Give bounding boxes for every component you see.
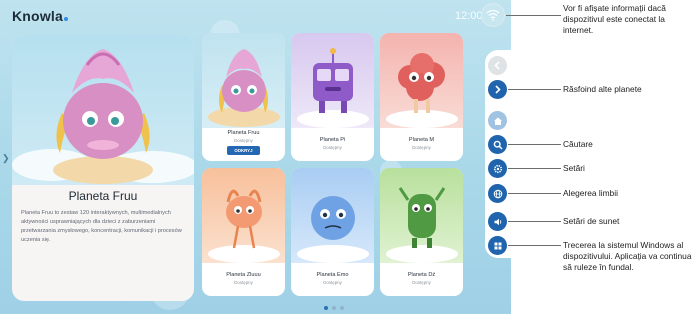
planet-card-name: Planeta Pi — [319, 137, 346, 143]
chevron-left-icon — [494, 61, 500, 70]
planet-card-emo[interactable]: Planeta Emo Dostępny — [291, 168, 374, 296]
callout-line — [508, 245, 561, 246]
wifi-status-button[interactable] — [481, 3, 505, 27]
callout-sound: Setări de sunet — [563, 216, 620, 226]
planet-card-status: Dostępny — [412, 145, 431, 150]
planet-card-name: Planeta M — [408, 137, 435, 143]
planet-illustration — [380, 33, 463, 128]
clock: 12:00 — [455, 10, 483, 22]
app-screen: Knowla 12:00 ❯ Planeta Fruu Planeta Fruu… — [0, 0, 511, 314]
callout-line — [508, 221, 561, 222]
gear-icon — [493, 164, 502, 173]
callout-line — [508, 144, 561, 145]
language-button[interactable] — [488, 184, 507, 203]
chevron-right-icon — [495, 85, 501, 94]
planet-card-name: Planeta Dź — [407, 272, 436, 278]
planet-card-status: Dostępny — [234, 280, 253, 285]
featured-planet-illustration — [12, 35, 194, 185]
app-logo: Knowla — [12, 8, 68, 24]
pagination-dot[interactable] — [332, 306, 336, 310]
planet-card-zluuu[interactable]: Planeta Zluuu Dostępny — [202, 168, 285, 296]
previous-page-arrow[interactable]: ❯ — [2, 153, 10, 164]
next-planets-button[interactable] — [488, 80, 507, 99]
settings-button[interactable] — [488, 159, 507, 178]
callout-line — [508, 89, 561, 90]
planet-card-status: Dostępny — [412, 280, 431, 285]
planet-illustration — [202, 33, 285, 128]
planet-card-pi[interactable]: Planeta Pi Dostępny — [291, 33, 374, 161]
callout-line — [508, 193, 561, 194]
search-icon — [493, 140, 503, 150]
callout-windows: Trecerea la sistemul Windows al dispozit… — [563, 240, 692, 272]
planet-card-name: Planeta Fruu — [227, 130, 260, 136]
planet-illustration — [202, 168, 285, 263]
callout-settings: Setări — [563, 163, 585, 173]
planet-card-status: Dostępny — [323, 145, 342, 150]
home-icon — [493, 117, 502, 125]
pagination-dots — [324, 306, 344, 310]
search-button[interactable] — [488, 135, 507, 154]
pagination-dot[interactable] — [340, 306, 344, 310]
callout-line — [506, 15, 561, 16]
planet-card-dz[interactable]: Planeta Dź Dostępny — [380, 168, 463, 296]
featured-planet-description: Planeta Fruu to zestaw 120 interaktywnyc… — [21, 210, 182, 243]
home-button[interactable] — [488, 111, 507, 130]
wifi-icon — [486, 9, 500, 21]
previous-planets-button[interactable] — [488, 56, 507, 75]
discover-button[interactable]: ODKRYJ — [227, 146, 260, 155]
pagination-dot[interactable] — [324, 306, 328, 310]
callout-search: Căutare — [563, 139, 593, 149]
planet-card-status: Dostępny — [323, 280, 342, 285]
planet-illustration — [291, 168, 374, 263]
featured-planet-panel[interactable]: Planeta Fruu Planeta Fruu to zestaw 120 … — [12, 35, 194, 301]
featured-planet-title: Planeta Fruu — [68, 189, 138, 203]
windows-icon — [494, 242, 501, 249]
callout-line — [508, 168, 561, 169]
sound-settings-button[interactable] — [488, 212, 507, 231]
planet-card-fruu[interactable]: Planeta Fruu Dostępny ODKRYJ — [202, 33, 285, 161]
callout-language: Alegerea limbii — [563, 188, 618, 198]
windows-switch-button[interactable] — [488, 236, 507, 255]
planet-card-name: Planeta Emo — [316, 272, 349, 278]
callout-wifi: Vor fi afișate informații dacă dispoziti… — [563, 3, 666, 35]
callout-browse: Răsfoind alte planete — [563, 84, 642, 94]
planet-card-m[interactable]: Planeta M Dostępny — [380, 33, 463, 161]
speaker-icon — [494, 218, 501, 225]
planet-card-name: Planeta Zluuu — [226, 272, 261, 278]
planet-card-status: Dostępny — [234, 138, 253, 143]
planet-illustration — [291, 33, 374, 128]
globe-icon — [493, 189, 502, 198]
planet-illustration — [380, 168, 463, 263]
